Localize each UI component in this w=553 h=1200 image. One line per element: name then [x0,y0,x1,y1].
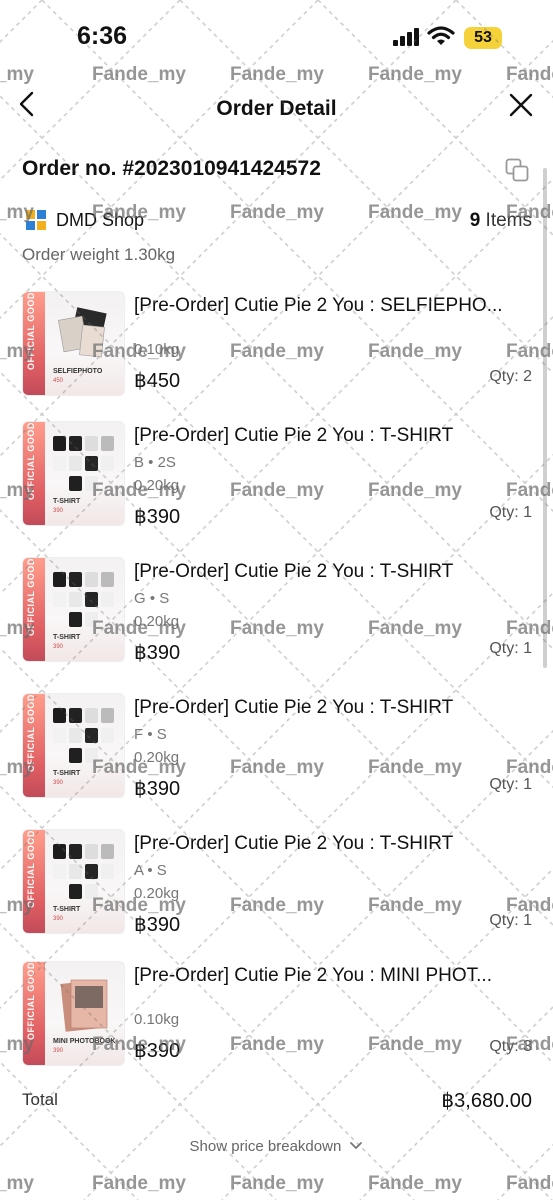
thumb-price: 450 [53,378,64,384]
order-item[interactable]: OFFICIAL GOODS MINI PHOTOBOOK 390 [Pre-O… [0,961,553,1091]
chevron-down-icon [350,1142,363,1150]
item-title: [Pre-Order] Cutie Pie 2 You : T-SHIRT [134,561,454,582]
thumb-band-text: OFFICIAL GOODS [26,291,36,370]
product-thumbnail: OFFICIAL GOODS MINI PHOTOBOOK 390 [22,961,125,1066]
item-quantity: Qty: 1 [489,640,532,657]
thumb-band-text: OFFICIAL GOODS [26,961,36,1040]
item-count-number: 9 [469,210,481,231]
tshirt-grid-image [53,844,115,902]
item-variant: B • 2S [134,454,176,471]
tshirt-grid-image [53,436,115,494]
tshirt-grid-image [53,708,115,766]
order-item[interactable]: OFFICIAL GOODS T-SHIRT 390 [Pre-Order] C… [0,829,553,959]
order-number: Order no. #2023010941424572 [22,157,321,180]
status-time: 6:36 [77,22,128,50]
thumb-band-text: OFFICIAL GOODS [26,829,36,908]
item-weight: 0.20kg [134,749,180,766]
thumb-price: 390 [53,508,64,514]
item-title: [Pre-Order] Cutie Pie 2 You : MINI PHOT.… [134,965,492,986]
watermark-text: Fande_my [92,1173,186,1194]
thumb-caption: T-SHIRT [53,906,81,913]
item-price: ฿390 [134,1040,181,1062]
item-quantity: Qty: 1 [489,912,532,929]
item-quantity: Qty: 1 [489,504,532,521]
thumb-caption: T-SHIRT [53,634,81,641]
thumb-price: 390 [53,644,64,650]
shop-row[interactable]: DMD Shop 9 Items [22,205,532,237]
item-quantity: Qty: 3 [489,1038,532,1055]
tshirt-grid-image [53,572,115,630]
watermark-text: Fande_my [368,1173,462,1194]
signal-icon [393,28,419,46]
copy-icon[interactable] [505,158,529,182]
order-item[interactable]: OFFICIAL GOODS T-SHIRT 390 [Pre-Order] C… [0,421,553,551]
watermark-text: Fande_my [506,1173,553,1194]
thumb-caption: T-SHIRT [53,498,81,505]
item-price: ฿450 [134,370,181,392]
item-title: [Pre-Order] Cutie Pie 2 You : T-SHIRT [134,833,454,854]
shop-name: DMD Shop [56,210,145,230]
navigation-bar: Order Detail [0,80,553,136]
order-item[interactable]: OFFICIAL GOODS T-SHIRT 390 [Pre-Order] C… [0,557,553,687]
order-item[interactable]: OFFICIAL GOODS SELFIEPHOTO 450 [Pre-Orde… [0,291,553,421]
item-title: [Pre-Order] Cutie Pie 2 You : T-SHIRT [134,425,454,446]
thumb-band-text: OFFICIAL GOODS [26,693,36,772]
item-variant: G • S [134,590,170,607]
item-count-word: Items [485,210,532,231]
item-price: ฿390 [134,506,181,528]
show-price-breakdown-button[interactable]: Show price breakdown [0,1138,553,1155]
product-thumbnail: OFFICIAL GOODS T-SHIRT 390 [22,557,125,662]
thumb-price: 390 [53,780,64,786]
item-quantity: Qty: 1 [489,776,532,793]
shop-logo-icon [26,210,46,230]
close-icon[interactable] [508,92,534,118]
product-thumbnail: OFFICIAL GOODS T-SHIRT 390 [22,421,125,526]
breakdown-label: Show price breakdown [189,1138,342,1155]
item-price: ฿390 [134,642,181,664]
status-bar: 6:36 53 [0,0,553,72]
item-price: ฿390 [134,914,181,936]
total-value: ฿3,680.00 [441,1090,532,1112]
battery-indicator: 53 [464,27,502,49]
item-title: [Pre-Order] Cutie Pie 2 You : SELFIEPHO.… [134,295,503,316]
item-weight: 0.20kg [134,477,180,494]
thumb-caption: SELFIEPHOTO [53,368,103,375]
thumb-band-text: OFFICIAL GOODS [26,421,36,500]
photo-set-image [58,307,107,358]
item-variant: F • S [134,726,167,743]
total-label: Total [22,1090,58,1109]
item-count: 9 Items [470,210,532,232]
thumb-band-text: OFFICIAL GOODS [26,557,36,636]
product-thumbnail: OFFICIAL GOODS SELFIEPHOTO 450 [22,291,125,396]
item-weight: 0.10kg [134,341,180,358]
item-quantity: Qty: 2 [489,368,532,385]
order-weight: Order weight 1.30kg [22,245,176,264]
photobook-image [60,979,108,1032]
item-weight: 0.20kg [134,613,180,630]
thumb-caption: T-SHIRT [53,770,81,777]
item-variant: A • S [134,862,167,879]
wifi-icon [427,26,455,45]
page-title: Order Detail [216,97,337,120]
order-item[interactable]: OFFICIAL GOODS T-SHIRT 390 [Pre-Order] C… [0,693,553,823]
thumb-price: 390 [53,916,64,922]
item-weight: 0.10kg [134,1011,180,1028]
watermark-text: Fande_my [230,1173,324,1194]
item-title: [Pre-Order] Cutie Pie 2 You : T-SHIRT [134,697,454,718]
thumb-price: 390 [53,1048,64,1054]
product-thumbnail: OFFICIAL GOODS T-SHIRT 390 [22,829,125,934]
watermark-text: Fande_my [0,1173,34,1194]
thumb-caption: MINI PHOTOBOOK [53,1038,116,1045]
product-thumbnail: OFFICIAL GOODS T-SHIRT 390 [22,693,125,798]
item-price: ฿390 [134,778,181,800]
item-weight: 0.20kg [134,885,180,902]
